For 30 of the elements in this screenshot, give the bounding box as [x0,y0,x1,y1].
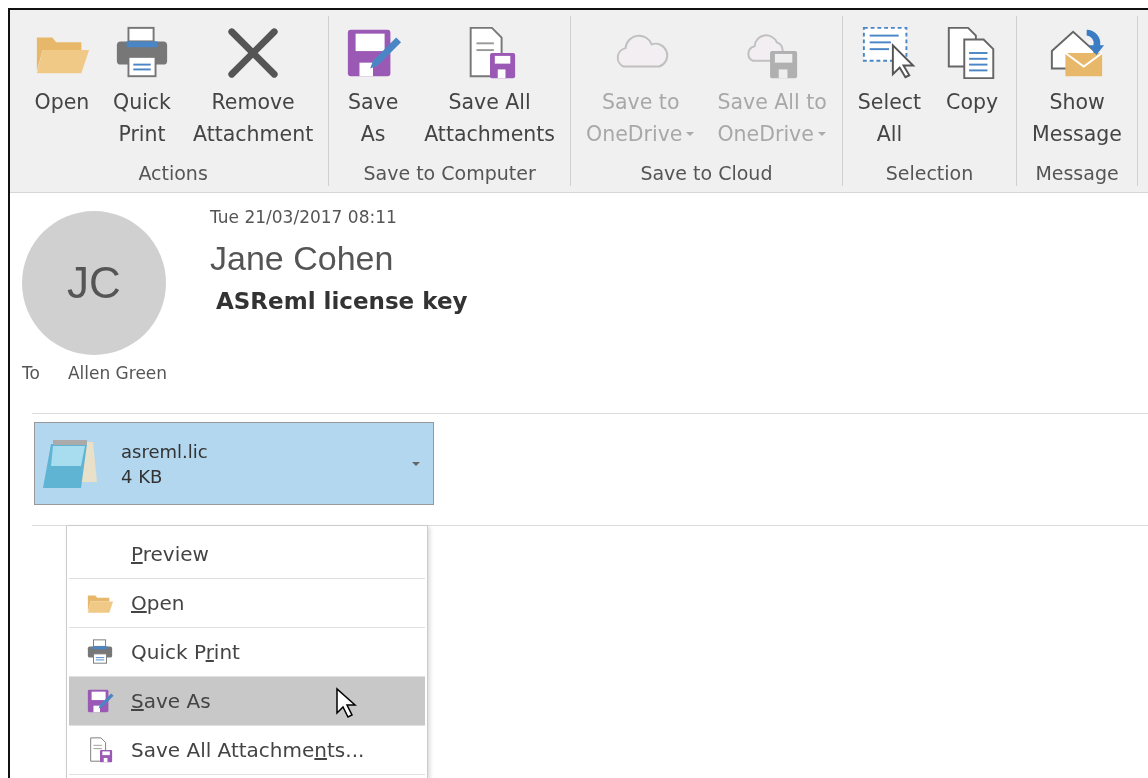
group-label: Selection [884,162,975,186]
group-label: Actions [137,162,209,186]
ribbon-button[interactable]: Select All [846,16,933,162]
ribbon-button[interactable]: Copy [932,16,1013,162]
sender-name: Jane Cohen [210,239,395,278]
dropdown-label: OneDrive [586,121,683,148]
ribbon-button[interactable]: Save All Attachments [413,16,567,162]
recipient-name[interactable]: Allen Green [67,363,168,383]
ribbon-button[interactable]: Save As [333,16,414,162]
printer-icon [86,638,114,666]
menu-item[interactable]: Save As [69,677,425,726]
menu-item[interactable]: Open [69,579,425,628]
to-label: To [22,363,40,383]
dropdown-label: OneDrive [717,121,814,148]
message-subject: ASReml license key [216,288,468,314]
ribbon-button[interactable]: Open [22,16,102,162]
dropdown-caret-icon [411,460,421,467]
ribbon-button[interactable]: Show Message [1021,16,1133,162]
group-label: Save to Computer [362,162,537,186]
avatar-initials: JC [67,258,121,308]
ribbon-button[interactable]: Remove Attachment [182,16,325,162]
message-date: Tue 21/03/2017 08:11 [210,207,398,227]
menu-item[interactable]: Preview [69,530,425,579]
mouse-cursor-icon [335,687,357,719]
floppy-pencil-icon [86,687,114,715]
attachment-card[interactable]: asreml.lic 4 KB [34,422,434,505]
ribbon-button[interactable]: Quick Print [102,16,182,162]
menu-item[interactable]: Save All Attachments... [69,726,425,775]
group-label: Save to Cloud [639,162,774,186]
group-label: Message [1034,162,1120,186]
